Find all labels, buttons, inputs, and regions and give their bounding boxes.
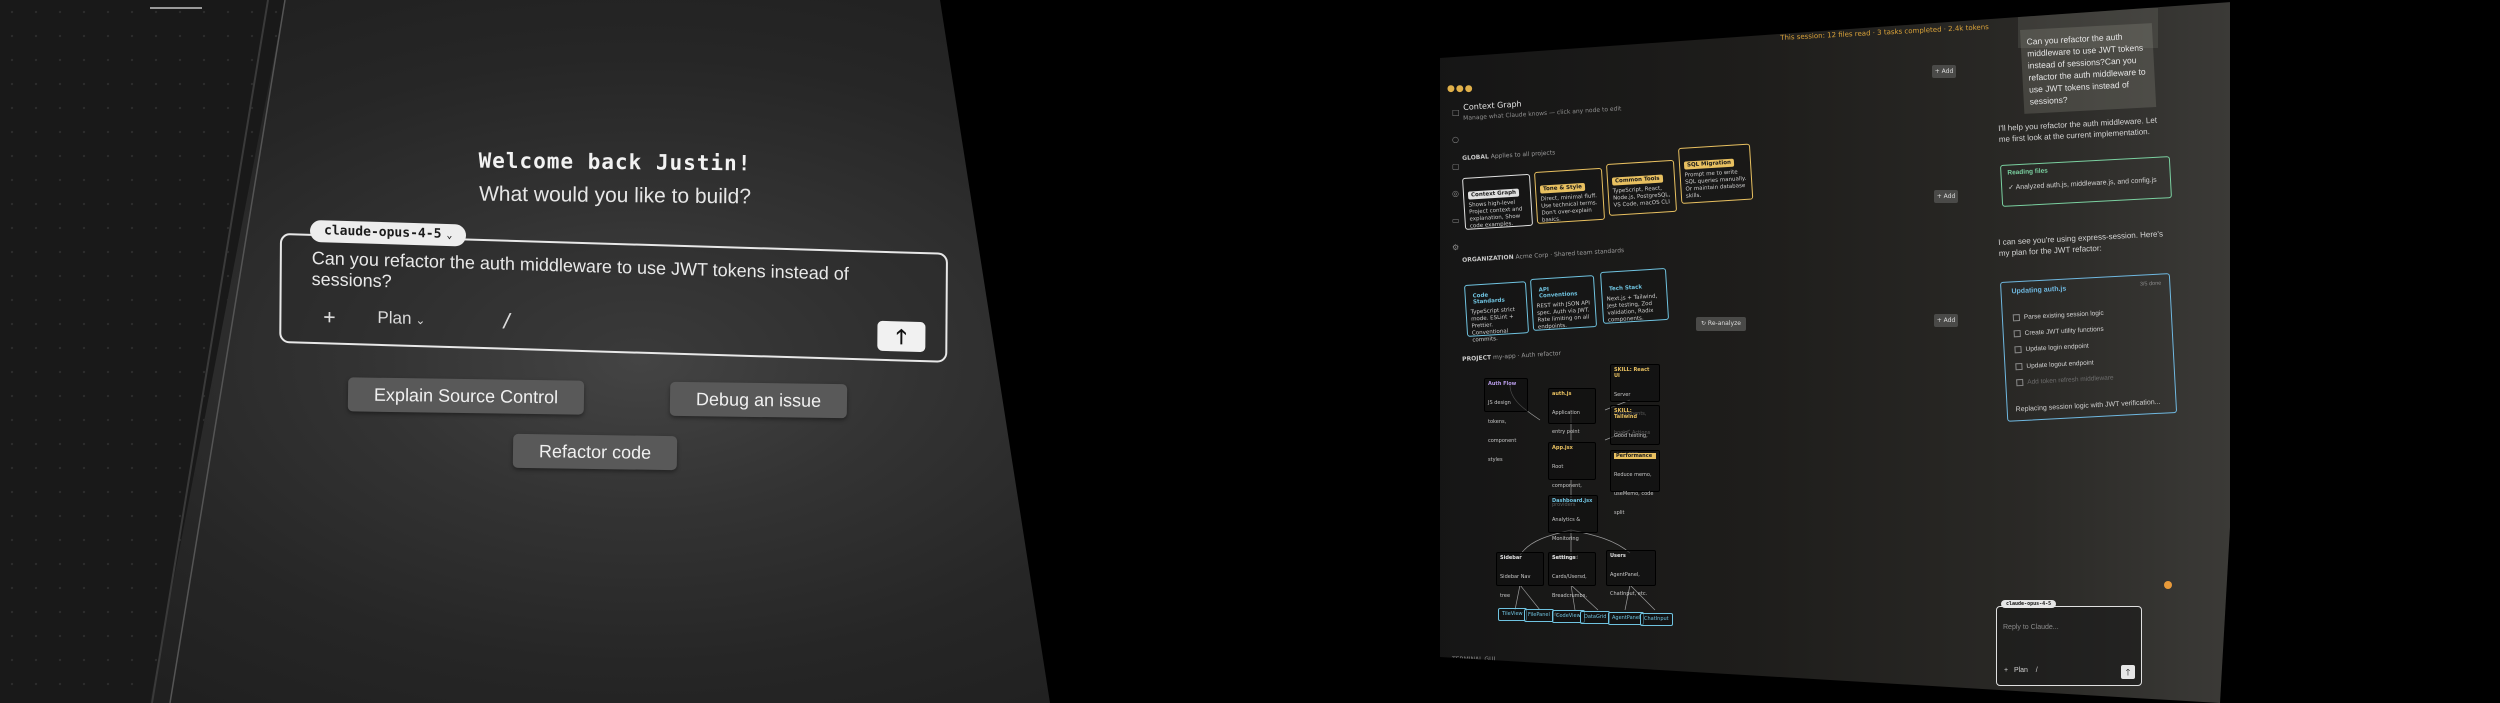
- node-settings[interactable]: Settings Cards/Usersd, Breadcrumbs, etc.: [1548, 552, 1596, 618]
- leaf-node[interactable]: DataGrid: [1580, 611, 1611, 624]
- node-sidebar[interactable]: Sidebar Sidebar Nav tree: [1496, 552, 1544, 599]
- task-label: Update logout endpoint: [2026, 359, 2094, 370]
- welcome-subtitle: What would you like to build?: [478, 182, 752, 209]
- node-title: Performance: [1614, 453, 1656, 459]
- user-message: Can you refactor the auth middleware to …: [2020, 23, 2157, 114]
- task-list: Parse existing session logic Create JWT …: [2012, 309, 2114, 395]
- send-button[interactable]: 🡑: [877, 320, 926, 353]
- footer-note: TERMINAL GUI: [1452, 656, 1496, 663]
- prompt-composer: claude-opus-4-5 ⌄ Can you refactor the au…: [279, 219, 950, 365]
- welcome-title: Welcome back Justin!: [478, 148, 752, 176]
- window-indicator: [150, 7, 202, 9]
- node-title: Sidebar: [1500, 555, 1522, 561]
- updating-title: Updating auth.js: [2011, 285, 2067, 296]
- left-sidebar: [0, 0, 285, 703]
- chat-panel: Can you refactor the auth middleware to …: [1978, 0, 2208, 703]
- add-attachment-button[interactable]: +: [323, 304, 335, 328]
- reading-files-card: Reading files ✓ Analyzed auth.js, middle…: [2000, 156, 2172, 207]
- task-label: Create JWT utility functions: [2024, 326, 2104, 338]
- task-label: Add token refresh middleware: [2027, 374, 2114, 386]
- window-title: Claude IDE: [1707, 25, 1742, 34]
- plan-label: Plan: [377, 307, 412, 328]
- task-item: Add token refresh middleware: [2016, 374, 2114, 387]
- node-auth-js[interactable]: auth.js Application entry point: [1548, 388, 1596, 435]
- task-item: Update login endpoint: [2014, 342, 2112, 354]
- arrow-up-icon: 🡑: [896, 324, 907, 349]
- chat-send-button[interactable]: 🡑: [2121, 665, 2135, 679]
- model-selector[interactable]: claude-opus-4-5 ⌄: [309, 219, 467, 247]
- node-body: Sidebar Nav tree: [1500, 574, 1531, 599]
- right-screen: Claude IDE ●●● This session: 12 files re…: [1430, 0, 2230, 703]
- assistant-message-2: I can see you're using express-session. …: [1998, 229, 2164, 258]
- arrow-up-icon: 🡑: [2125, 667, 2131, 677]
- checkbox-icon: [2015, 362, 2023, 370]
- node-title: Users: [1610, 553, 1626, 559]
- node-title: auth.js: [1552, 391, 1572, 397]
- chat-composer[interactable]: claude-opus-4-5 Reply to Claude... + Pla…: [1996, 600, 2142, 686]
- leaf-node[interactable]: FilePanel: [1524, 609, 1554, 622]
- suggestion-debug-issue[interactable]: Debug an issue: [669, 381, 848, 419]
- task-item: Parse existing session logic: [2012, 309, 2111, 322]
- chat-add-button[interactable]: +: [2004, 667, 2008, 674]
- node-skill-react-ui[interactable]: SKILL: React UI Server components, hooks…: [1610, 364, 1660, 436]
- notification-dot-icon[interactable]: [2164, 581, 2172, 589]
- node-title: Settings: [1552, 555, 1576, 561]
- reading-title: Reading files: [2007, 167, 2049, 177]
- updating-count: 3/5 done: [2139, 280, 2162, 288]
- checkbox-icon: [2012, 314, 2021, 322]
- node-title: Auth Flow: [1488, 381, 1517, 387]
- task-label: Parse existing session logic: [2023, 309, 2104, 322]
- chat-composer-toolbar: + Plan /: [2004, 667, 2038, 674]
- chevron-down-icon: ⌄: [415, 313, 426, 328]
- chat-plan-button[interactable]: Plan: [2014, 667, 2028, 674]
- node-body: Reduce memo, useMemo, code split: [1614, 472, 1654, 516]
- node-dashboard-jsx[interactable]: Dashboard.jsx Analytics & Monitoring das…: [1548, 495, 1598, 561]
- checkbox-icon: [2013, 330, 2021, 338]
- node-body: JS design tokens, component styles: [1488, 400, 1517, 463]
- model-label: claude-opus-4-5: [323, 223, 442, 242]
- node-body: AgentPanel, ChatInput, etc.: [1610, 572, 1648, 597]
- plan-mode-button[interactable]: Plan ⌄: [377, 308, 425, 329]
- updating-status: Replacing session logic with JWT verific…: [2015, 398, 2161, 414]
- node-title: SKILL: React UI: [1614, 367, 1650, 379]
- updating-task-card: Updating auth.js 3/5 done Parse existing…: [2000, 273, 2178, 422]
- left-screen: Welcome back Justin! What would you like…: [0, 0, 1050, 703]
- node-title: SKILL: Tailwind: [1614, 408, 1638, 420]
- node-auth-flow[interactable]: Auth Flow JS design tokens, component st…: [1484, 378, 1528, 463]
- scene: Welcome back Justin! What would you like…: [0, 0, 2500, 703]
- suggestion-refactor-code[interactable]: Refactor code: [512, 433, 678, 471]
- chat-slash-button[interactable]: /: [2036, 667, 2038, 674]
- node-body: Application entry point: [1552, 410, 1580, 435]
- node-title: Dashboard.jsx: [1552, 498, 1593, 504]
- node-app-jsx[interactable]: App.jsx Root component, providers: [1548, 442, 1596, 508]
- suggestion-explain-source-control[interactable]: Explain Source Control: [347, 377, 585, 415]
- leaf-node[interactable]: TileView: [1498, 608, 1527, 621]
- node-performance[interactable]: Performance Reduce memo, useMemo, code s…: [1610, 450, 1660, 516]
- node-skill-tailwind[interactable]: SKILL: Tailwind Good testing, strict CSS: [1610, 405, 1660, 458]
- task-item: Update logout endpoint: [2015, 358, 2113, 370]
- checkbox-icon: [2014, 346, 2022, 354]
- chat-model-selector[interactable]: claude-opus-4-5: [2001, 600, 2057, 608]
- reading-body: ✓ Analyzed auth.js, middleware.js, and c…: [2008, 176, 2157, 192]
- task-item: Create JWT utility functions: [2013, 325, 2112, 338]
- ide-window: Claude IDE ●●● This session: 12 files re…: [1440, 0, 2230, 703]
- slash-command-button[interactable]: /: [501, 310, 513, 332]
- leaf-node[interactable]: AgentPanel: [1608, 612, 1645, 625]
- chevron-down-icon: ⌄: [446, 229, 453, 242]
- task-label: Update login endpoint: [2025, 343, 2089, 354]
- node-users[interactable]: Users AgentPanel, ChatInput, etc.: [1606, 550, 1656, 597]
- chat-input[interactable]: Reply to Claude...: [2003, 624, 2059, 631]
- checkbox-icon: [2016, 378, 2024, 387]
- assistant-message-1: I'll help you refactor the auth middlewa…: [1998, 115, 2158, 144]
- node-title: App.jsx: [1552, 445, 1573, 451]
- leaf-node[interactable]: ChatInput: [1640, 613, 1673, 626]
